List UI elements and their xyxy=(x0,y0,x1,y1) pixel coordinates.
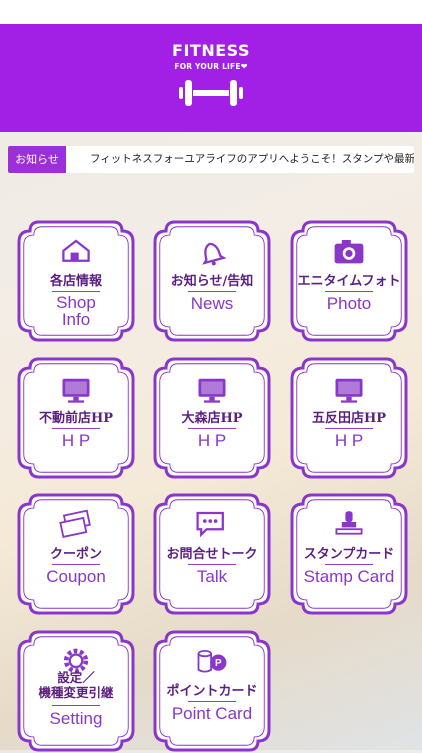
menu-tile-setting[interactable]: 設定／ 機種変更引継 Setting xyxy=(16,629,136,753)
tile-title-en-line: News xyxy=(190,294,234,313)
tile-divider xyxy=(325,564,373,565)
tile-title-jp: お問合せトーク xyxy=(166,547,258,562)
tile-title-en-line: Point Card xyxy=(171,704,253,723)
monitor-icon xyxy=(335,378,363,403)
tile-title-en: Photo xyxy=(289,295,409,313)
svg-text:P: P xyxy=(215,658,222,669)
menu-tile-h-p[interactable]: 五反田店HP H P xyxy=(289,356,409,480)
dumbbell-icon xyxy=(179,80,243,106)
ticket-icon xyxy=(59,509,91,538)
coins-icon: P xyxy=(197,650,227,673)
tile-title-jp: 各店情報 xyxy=(49,274,102,289)
shop-icon xyxy=(62,239,90,262)
tile-title-en-line: Stamp Card xyxy=(303,567,395,586)
news-text[interactable]: フィットネスフォーユアライフのアプリへようこそ！スタンプや最新情 xyxy=(90,146,414,173)
tile-title-en: News xyxy=(152,295,272,313)
news-label: お知らせ xyxy=(8,146,66,173)
logo-subtitle-text: FOR YOUR LIFE xyxy=(174,62,241,71)
heart-icon: ❤ xyxy=(240,62,248,71)
camera-icon xyxy=(334,240,364,264)
menu-tile-h-p[interactable]: 不動前店HP H P xyxy=(16,356,136,480)
app-header: FITNESS FOR YOUR LIFE❤ xyxy=(0,24,422,132)
tile-title-en: Shop Info xyxy=(16,294,136,328)
tile-divider xyxy=(188,701,236,702)
tile-title-en: Coupon xyxy=(16,568,136,586)
status-bar-area xyxy=(0,0,422,24)
tile-title-en: Stamp Card xyxy=(289,568,409,586)
tile-divider xyxy=(188,428,236,429)
tile-title-en-line: H P xyxy=(61,431,91,450)
tile-title-en: Setting xyxy=(16,710,136,728)
tile-title-jp: クーポン xyxy=(49,547,102,562)
tile-title-en-line: Photo xyxy=(326,294,372,313)
tile-divider xyxy=(52,705,100,706)
menu-tile-h-p[interactable]: 大森店HP H P xyxy=(152,356,272,480)
tile-title-en: H P xyxy=(289,432,409,450)
bell-icon xyxy=(202,242,227,266)
tile-divider xyxy=(52,428,100,429)
tile-title-jp-line: 機種変更引継 xyxy=(38,685,114,700)
menu-tile-point-card[interactable]: P ポイントカード Point Card xyxy=(152,629,272,753)
tile-title-en-line: H P xyxy=(334,431,364,450)
tile-title-jp: 設定／ 機種変更引継 xyxy=(16,670,136,700)
tile-title-en-line: Setting xyxy=(49,709,103,728)
tile-divider xyxy=(188,291,236,292)
menu-tile-talk[interactable]: お問合せトーク Talk xyxy=(152,492,272,616)
tile-title-jp: ポイントカード xyxy=(166,684,258,699)
tile-title-jp: 不動前店HP xyxy=(38,411,114,426)
tile-title-en-line: Coupon xyxy=(46,567,106,586)
tile-title-en: Point Card xyxy=(152,705,272,723)
tile-title-en: H P xyxy=(16,432,136,450)
tile-title-en-line: H P xyxy=(197,431,227,450)
app-logo: FITNESS FOR YOUR LIFE❤ xyxy=(0,42,422,108)
menu-tile-coupon[interactable]: クーポン Coupon xyxy=(16,492,136,616)
chat-icon xyxy=(196,511,224,538)
tile-divider xyxy=(52,291,100,292)
tile-divider xyxy=(188,564,236,565)
tile-divider xyxy=(52,564,100,565)
menu-tile-photo[interactable]: エニタイムフォト Photo xyxy=(289,219,409,343)
tile-title-jp: 大森店HP xyxy=(181,411,243,426)
tile-divider xyxy=(325,291,373,292)
tile-title-en-line: Shop xyxy=(56,293,96,312)
tile-divider xyxy=(325,428,373,429)
stamp-icon xyxy=(335,511,363,535)
logo-subtitle: FOR YOUR LIFE❤ xyxy=(0,62,422,72)
menu-tile-stamp-card[interactable]: スタンプカード Stamp Card xyxy=(289,492,409,616)
menu-tile-news[interactable]: お知らせ/告知 News xyxy=(152,219,272,343)
monitor-icon xyxy=(62,378,90,403)
tile-title-jp: 五反田店HP xyxy=(311,411,387,426)
tile-title-jp-line: 設定／ xyxy=(57,670,95,685)
tile-title-en-line: Info xyxy=(61,310,91,329)
tile-title-en-line: Talk xyxy=(196,567,228,586)
news-ticker[interactable]: お知らせ フィットネスフォーユアライフのアプリへようこそ！スタンプや最新情 xyxy=(8,146,414,173)
monitor-icon xyxy=(198,378,226,403)
logo-title: FITNESS xyxy=(172,41,250,60)
tile-title-en: H P xyxy=(152,432,272,450)
tile-title-jp: お知らせ/告知 xyxy=(170,274,254,289)
menu-tile-shop-info[interactable]: 各店情報 Shop Info xyxy=(16,219,136,343)
tile-title-jp: エニタイムフォト xyxy=(297,274,401,289)
tile-title-en: Talk xyxy=(152,568,272,586)
tile-title-jp: スタンプカード xyxy=(303,547,395,562)
